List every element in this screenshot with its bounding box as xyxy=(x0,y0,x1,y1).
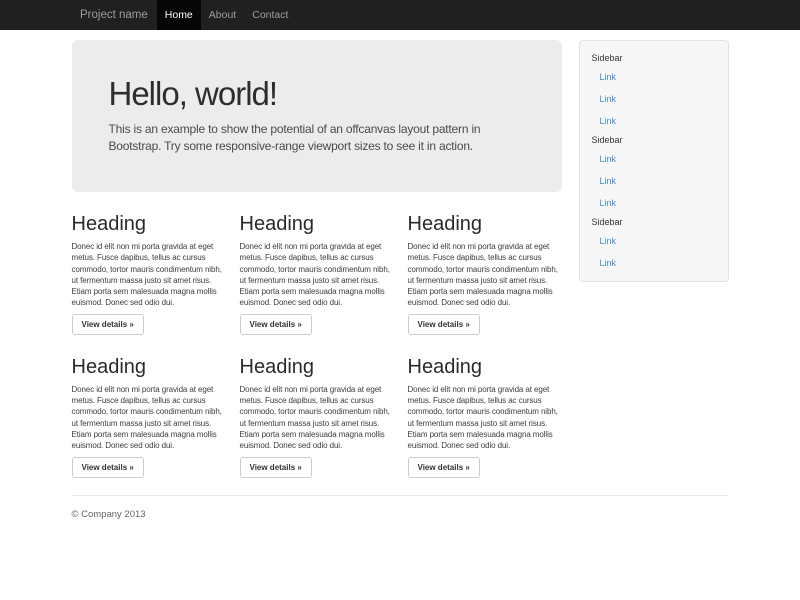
content-card: Heading Donec id elit non mi porta gravid… xyxy=(72,214,226,335)
nav-item-home[interactable]: Home xyxy=(157,0,201,30)
nav-item-contact[interactable]: Contact xyxy=(244,0,296,30)
content-card: Heading Donec id elit non mi porta gravid… xyxy=(240,357,394,478)
sidebar-link[interactable]: Link xyxy=(592,148,718,170)
view-details-button[interactable]: View details » xyxy=(240,314,312,335)
sidebar-link[interactable]: Link xyxy=(592,88,718,110)
card-body-text: Donec id elit non mi porta gravida at eg… xyxy=(408,384,562,452)
content-card: Heading Donec id elit non mi porta gravid… xyxy=(240,214,394,335)
view-details-button[interactable]: View details » xyxy=(240,457,312,478)
view-details-button[interactable]: View details » xyxy=(408,457,480,478)
main-column: Hello, world! This is an example to show… xyxy=(72,40,562,478)
sidebar-link[interactable]: Link xyxy=(592,192,718,214)
card-body-text: Donec id elit non mi porta gravida at eg… xyxy=(240,384,394,452)
sidebar: SidebarLinkLinkLinkSidebarLinkLinkLinkSi… xyxy=(579,40,729,282)
content-card: Heading Donec id elit non mi porta gravid… xyxy=(408,357,562,478)
card-body-text: Donec id elit non mi porta gravida at eg… xyxy=(72,384,226,452)
card-body-text: Donec id elit non mi porta gravida at eg… xyxy=(72,241,226,309)
jumbotron-title: Hello, world! xyxy=(109,76,518,112)
sidebar-link[interactable]: Link xyxy=(592,252,718,274)
sidebar-link[interactable]: Link xyxy=(592,110,718,132)
footer: © Company 2013 xyxy=(72,509,729,520)
card-heading: Heading xyxy=(240,214,394,234)
sidebar-group-heading: Sidebar xyxy=(592,214,718,230)
nav-item-about[interactable]: About xyxy=(201,0,244,30)
card-body-text: Donec id elit non mi porta gravida at eg… xyxy=(240,241,394,309)
footer-divider xyxy=(72,495,729,496)
card-body-text: Donec id elit non mi porta gravida at eg… xyxy=(408,241,562,309)
brand-link[interactable]: Project name xyxy=(80,0,157,30)
sidebar-group-heading: Sidebar xyxy=(592,50,718,66)
card-heading: Heading xyxy=(240,357,394,377)
card-heading: Heading xyxy=(408,214,562,234)
content-card: Heading Donec id elit non mi porta gravid… xyxy=(408,214,562,335)
copyright: © Company 2013 xyxy=(72,509,729,520)
page-container: Hello, world! This is an example to show… xyxy=(72,30,729,520)
sidebar-link[interactable]: Link xyxy=(592,230,718,252)
view-details-button[interactable]: View details » xyxy=(72,457,144,478)
view-details-button[interactable]: View details » xyxy=(72,314,144,335)
navbar-menu: HomeAboutContact xyxy=(157,0,297,30)
jumbotron-description: This is an example to show the potential… xyxy=(109,121,518,155)
card-heading: Heading xyxy=(408,357,562,377)
card-heading: Heading xyxy=(72,357,226,377)
content-row: Hello, world! This is an example to show… xyxy=(72,40,729,478)
sidebar-link[interactable]: Link xyxy=(592,66,718,88)
sidebar-link[interactable]: Link xyxy=(592,170,718,192)
navbar: Project name HomeAboutContact xyxy=(0,0,800,30)
jumbotron: Hello, world! This is an example to show… xyxy=(72,40,562,192)
cards-grid: Heading Donec id elit non mi porta gravid… xyxy=(72,192,562,478)
content-card: Heading Donec id elit non mi porta gravid… xyxy=(72,357,226,478)
card-heading: Heading xyxy=(72,214,226,234)
view-details-button[interactable]: View details » xyxy=(408,314,480,335)
sidebar-group-heading: Sidebar xyxy=(592,132,718,148)
